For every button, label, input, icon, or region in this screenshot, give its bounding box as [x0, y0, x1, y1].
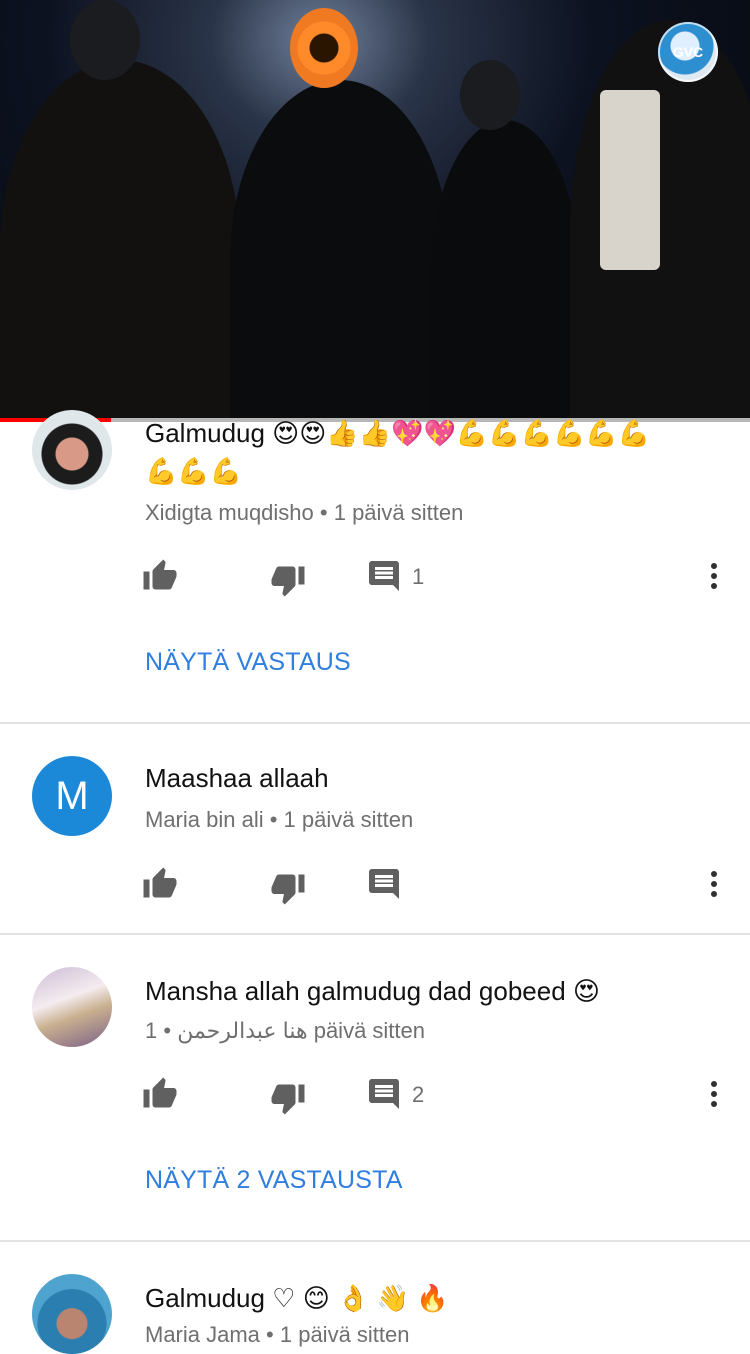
commenter-avatar[interactable] — [32, 1274, 112, 1354]
reply-count: 2 — [412, 1082, 425, 1107]
video-figure — [570, 20, 750, 418]
comment-text: Maashaa allaah — [145, 763, 329, 793]
video-figure — [0, 60, 240, 418]
thumb-down-icon[interactable] — [270, 562, 306, 598]
comment-text: Galmudug 😍😍👍👍💖💖💪💪💪💪💪💪💪💪💪 — [145, 418, 651, 486]
commenter-avatar[interactable]: M — [32, 756, 112, 836]
video-head — [70, 0, 140, 80]
more-vert-icon[interactable] — [700, 866, 728, 902]
commenter-avatar[interactable] — [32, 410, 112, 490]
comment-meta: Xidigta muqdisho • 1 päivä sitten — [145, 500, 463, 526]
comment-actions — [0, 866, 750, 906]
thumb-up-icon[interactable] — [142, 1076, 178, 1112]
commenter-avatar[interactable] — [32, 967, 112, 1047]
view-replies-button[interactable]: NÄYTÄ 2 VASTAUSTA — [145, 1166, 403, 1195]
thumb-up-icon[interactable] — [142, 866, 178, 902]
video-figure — [430, 120, 580, 418]
thumb-up-icon[interactable] — [142, 558, 178, 594]
video-head — [460, 60, 520, 130]
comment-icon[interactable] — [366, 866, 402, 902]
video-player[interactable]: GVC — [0, 0, 750, 418]
comment-author[interactable]: هنا عبدالرحمن — [177, 1018, 307, 1043]
comment-icon[interactable] — [366, 558, 402, 594]
comment-divider — [0, 1240, 750, 1242]
comment-author[interactable]: Maria Jama — [145, 1322, 260, 1347]
more-vert-icon[interactable] — [700, 558, 728, 594]
video-figure — [230, 80, 450, 418]
more-vert-icon[interactable] — [700, 1076, 728, 1112]
comment-actions: 1 — [0, 558, 750, 598]
thumb-down-icon[interactable] — [270, 870, 306, 906]
comment-divider — [0, 722, 750, 724]
comment-meta: Maria bin ali • 1 päivä sitten — [145, 807, 413, 833]
comment-author[interactable]: Maria bin ali — [145, 807, 264, 832]
comment-text: Mansha allah galmudug dad gobeed 😍 — [145, 976, 600, 1006]
comment-text: Galmudug ♡ 😊 👌 👋 🔥 — [145, 1283, 449, 1313]
comment-actions: 2 — [0, 1076, 750, 1116]
thumb-down-icon[interactable] — [270, 1080, 306, 1116]
comment-divider — [0, 933, 750, 935]
video-shirt — [600, 90, 660, 270]
reply-count: 1 — [412, 564, 425, 589]
comment-time: • 1 päivä sitten — [266, 1322, 410, 1347]
comment-icon[interactable] — [366, 1076, 402, 1112]
channel-watermark-logo: GVC — [658, 22, 718, 82]
comment-time: • 1 päivä sitten — [269, 807, 414, 832]
comment-meta: هنا عبدالرحمن • 1 päivä sitten — [145, 1018, 425, 1044]
comment-time: • 1 päivä sitten — [319, 500, 464, 525]
video-megaphone — [290, 8, 358, 88]
comment-meta: Maria Jama • 1 päivä sitten — [145, 1322, 410, 1348]
comment-author[interactable]: Xidigta muqdisho — [145, 500, 314, 525]
view-replies-button[interactable]: NÄYTÄ VASTAUS — [145, 648, 351, 677]
